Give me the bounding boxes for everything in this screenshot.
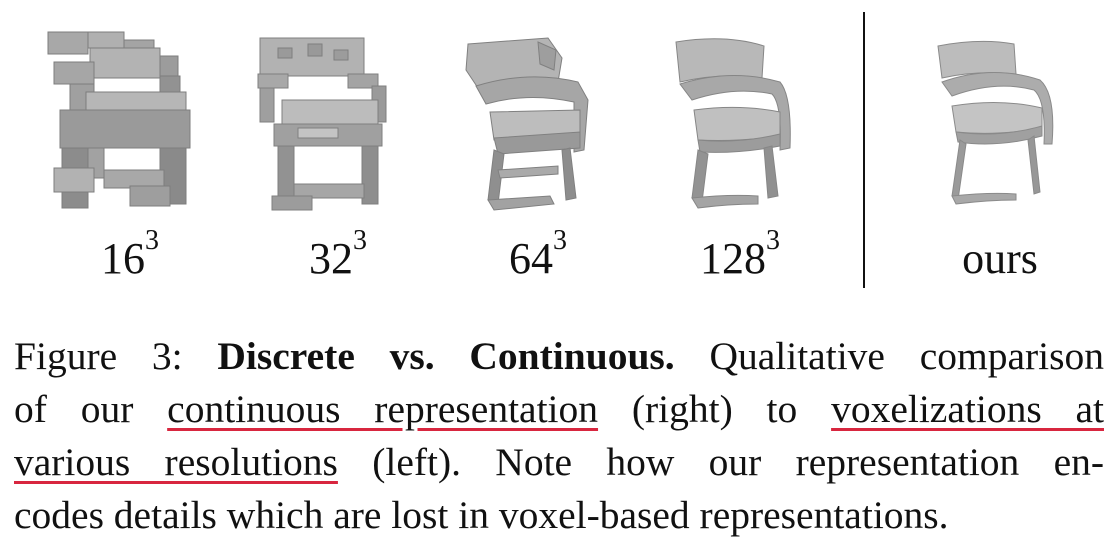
- caption-line-4: codes details which are lost in voxel-ba…: [14, 493, 949, 537]
- resolution-label-128: 1283: [700, 225, 780, 284]
- panel-divider: [863, 12, 865, 288]
- resolution-label-16: 163: [101, 225, 159, 284]
- underlined-continuous-representation: continuous representation: [167, 387, 599, 431]
- figure-panels: 163 323 643 1283 ours: [0, 0, 1114, 300]
- chair-continuous-image: [937, 40, 1054, 205]
- caption-line-3: various resolutions (left). Note how our…: [14, 440, 1105, 484]
- panel-128: 1283: [640, 0, 840, 300]
- caption-line-1: Figure 3: Discrete vs. Continuous. Quali…: [14, 334, 1105, 378]
- figure-number: Figure 3:: [14, 334, 183, 378]
- panel-32: 323: [238, 0, 438, 300]
- chair-voxel-16-image: [47, 31, 191, 209]
- caption-title: Discrete vs. Continuous.: [217, 334, 675, 378]
- resolution-label-64: 643: [509, 225, 567, 284]
- caption-line-2: of our continuous representation (right)…: [14, 387, 1104, 431]
- chair-voxel-32-image: [257, 37, 387, 211]
- resolution-label-32: 323: [309, 225, 367, 284]
- chair-voxel-64-image: [465, 37, 589, 211]
- label-ours: ours: [962, 234, 1038, 283]
- underlined-voxelizations-at: voxelizations at: [831, 387, 1104, 431]
- panel-16: 163: [30, 0, 230, 300]
- panel-ours: ours: [900, 0, 1100, 300]
- figure-caption: Figure 3: Discrete vs. Continuous. Quali…: [14, 330, 1104, 542]
- panel-64: 643: [438, 0, 638, 300]
- chair-voxel-128-image: [675, 38, 791, 209]
- underlined-various-resolutions: various resolutions: [14, 440, 338, 484]
